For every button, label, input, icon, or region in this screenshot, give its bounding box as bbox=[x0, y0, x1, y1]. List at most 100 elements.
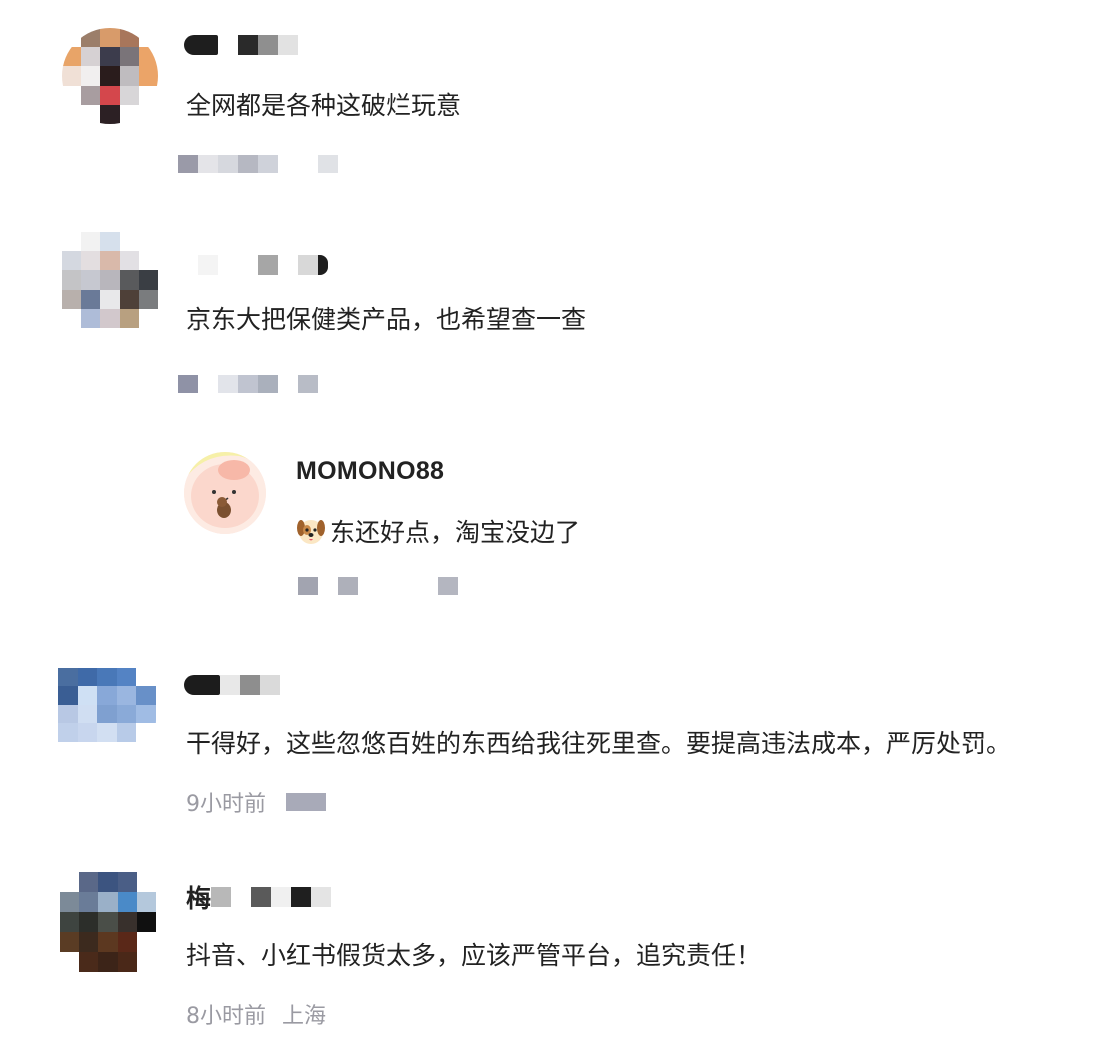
avatar-pixel bbox=[119, 251, 139, 271]
avatar-pixel bbox=[119, 232, 139, 252]
avatar-pixel bbox=[138, 232, 158, 252]
avatar-pixel bbox=[138, 270, 158, 290]
avatar-pixel bbox=[81, 308, 101, 328]
avatar-pixel bbox=[81, 47, 101, 67]
avatar-pixel bbox=[79, 932, 99, 952]
avatar-pixel bbox=[136, 668, 156, 687]
avatar-pixel bbox=[136, 741, 156, 760]
avatar-pixel bbox=[100, 85, 120, 105]
avatar-pixel bbox=[62, 289, 82, 309]
avatar-pixel bbox=[81, 270, 101, 290]
avatar-pixel bbox=[136, 892, 156, 912]
avatar-pixel bbox=[116, 704, 137, 724]
avatar-pixel bbox=[136, 872, 156, 892]
avatar-pixel bbox=[77, 723, 98, 742]
avatar-pixel bbox=[119, 28, 139, 48]
avatar-pixel bbox=[98, 932, 118, 952]
avatar[interactable] bbox=[62, 232, 158, 328]
avatar-pixel bbox=[117, 872, 137, 892]
avatar-pixel bbox=[138, 251, 158, 271]
avatar-pixel bbox=[58, 741, 78, 760]
username[interactable]: MOMONO88 bbox=[296, 457, 444, 485]
avatar-pixel bbox=[138, 28, 158, 48]
avatar-pixel bbox=[136, 723, 156, 742]
avatar-pixel bbox=[136, 912, 156, 932]
avatar-pixel bbox=[116, 668, 137, 687]
avatar-pixel bbox=[62, 232, 82, 252]
username-redacted[interactable] bbox=[198, 252, 328, 278]
avatar-pixel bbox=[100, 104, 120, 124]
avatar-pixel bbox=[98, 872, 118, 892]
avatar-pixel bbox=[119, 66, 139, 86]
avatar-pixel bbox=[119, 85, 139, 105]
avatar-pixel bbox=[58, 704, 78, 724]
comment-time: 8小时前 bbox=[186, 1004, 266, 1029]
avatar-pixel bbox=[100, 232, 120, 252]
comment-time: 9小时前 bbox=[186, 792, 266, 817]
avatar-pixel bbox=[119, 104, 139, 124]
avatar-pixel bbox=[77, 668, 98, 687]
avatar-pixel bbox=[138, 289, 158, 309]
avatar-pixel bbox=[136, 952, 156, 972]
avatar-pixel bbox=[79, 872, 99, 892]
pig-avatar-icon bbox=[184, 452, 266, 534]
avatar-pixel bbox=[58, 686, 78, 705]
comment-text: 干得好，这些忽悠百姓的东西给我往死里查。要提高违法成本，严厉处罚。 bbox=[186, 729, 1012, 758]
avatar[interactable] bbox=[58, 668, 156, 760]
username[interactable]: 梅 bbox=[186, 884, 332, 913]
avatar-pixel bbox=[81, 85, 101, 105]
avatar-pixel bbox=[100, 308, 120, 328]
avatar-pixel bbox=[79, 892, 99, 912]
comment-meta-redacted bbox=[178, 152, 338, 176]
avatar-pixel bbox=[138, 308, 158, 328]
comment-meta: 8小时前 上海 bbox=[186, 1002, 326, 1029]
avatar-pixel bbox=[81, 251, 101, 271]
avatar-pixel bbox=[58, 723, 78, 742]
avatar-pixel bbox=[58, 668, 78, 687]
avatar-pixel bbox=[136, 932, 156, 952]
comment-text: 东还好点，淘宝没边了 bbox=[296, 516, 580, 549]
avatar-pixel bbox=[60, 892, 80, 912]
avatar-pixel bbox=[117, 892, 137, 912]
avatar-pixel bbox=[97, 741, 117, 760]
avatar-pixel bbox=[136, 686, 156, 705]
avatar-pixel bbox=[100, 28, 120, 48]
avatar-pixel bbox=[79, 952, 99, 972]
avatar-pixel bbox=[81, 104, 101, 124]
username-redacted[interactable] bbox=[184, 32, 298, 58]
avatar-pixel bbox=[98, 892, 118, 912]
avatar-pixel bbox=[77, 704, 98, 724]
avatar-pixel bbox=[81, 28, 101, 48]
username-redacted[interactable] bbox=[184, 672, 280, 698]
avatar-pixel bbox=[97, 704, 117, 724]
avatar-pixel bbox=[117, 932, 137, 952]
avatar-pixel bbox=[62, 308, 82, 328]
avatar-pixel bbox=[60, 952, 80, 972]
avatar[interactable] bbox=[60, 872, 156, 972]
avatar-pixel bbox=[60, 932, 80, 952]
avatar-pixel bbox=[116, 723, 137, 742]
avatar-pixel bbox=[81, 66, 101, 86]
avatar-pixel bbox=[119, 47, 139, 67]
avatar-pixel bbox=[138, 85, 158, 105]
avatar-pixel bbox=[97, 686, 117, 705]
avatar-pixel bbox=[60, 912, 80, 932]
avatar-pixel bbox=[100, 47, 120, 67]
avatar-pixel bbox=[116, 741, 137, 760]
avatar-pixel bbox=[62, 85, 82, 105]
dog-face-icon bbox=[296, 516, 326, 546]
avatar-pixel bbox=[81, 232, 101, 252]
avatar-pixel bbox=[100, 270, 120, 290]
avatar-pixel bbox=[81, 289, 101, 309]
avatar-pixel bbox=[138, 104, 158, 124]
avatar-pixel bbox=[62, 270, 82, 290]
avatar-pixel bbox=[119, 270, 139, 290]
avatar-pixel bbox=[62, 251, 82, 271]
avatar-pixel bbox=[62, 66, 82, 86]
avatar[interactable] bbox=[62, 28, 158, 124]
avatar-pixel bbox=[119, 289, 139, 309]
avatar-pixel bbox=[62, 28, 82, 48]
avatar-pixel bbox=[119, 308, 139, 328]
avatar[interactable] bbox=[184, 452, 266, 534]
avatar-pixel bbox=[77, 741, 98, 760]
